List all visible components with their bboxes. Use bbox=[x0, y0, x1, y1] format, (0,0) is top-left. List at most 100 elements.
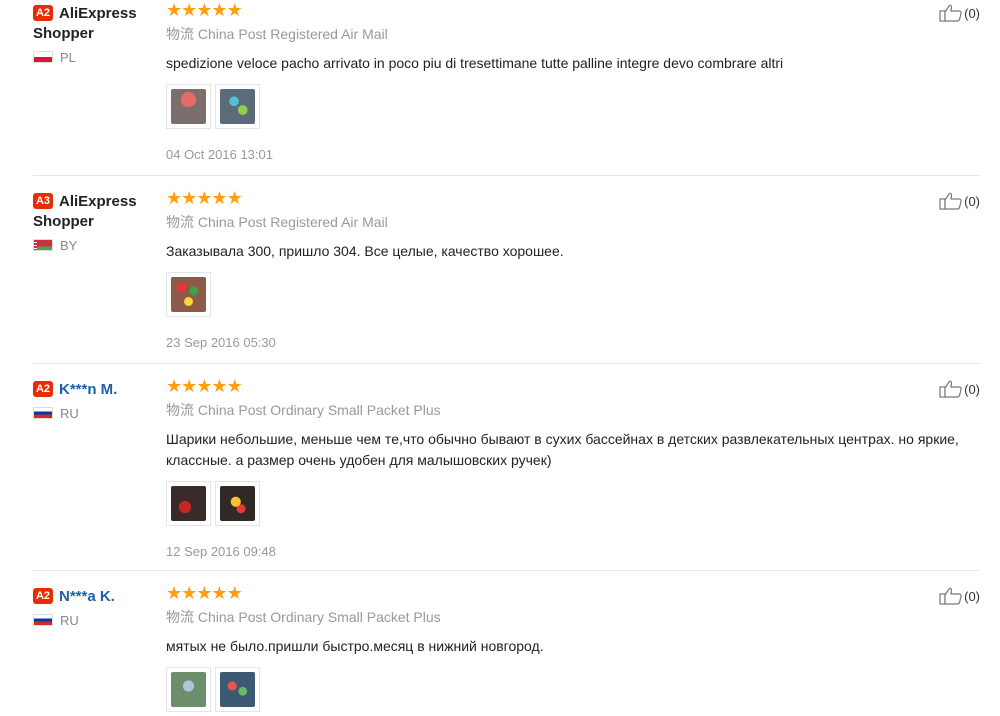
review-photos bbox=[166, 84, 986, 129]
star-icon: ★ bbox=[196, 188, 212, 208]
review-photos bbox=[166, 667, 986, 712]
star-rating: ★★★★★ bbox=[166, 583, 986, 603]
flag-pl-icon bbox=[33, 51, 53, 63]
star-rating: ★★★★★ bbox=[166, 0, 986, 20]
review-content: ★★★★★ 物流 China Post Registered Air Mail … bbox=[166, 0, 986, 163]
helpful-button[interactable]: (0) bbox=[939, 587, 980, 607]
review-photo-thumbnail[interactable] bbox=[166, 84, 211, 129]
review-text: Шарики небольшие, меньше чем те,что обыч… bbox=[166, 431, 959, 468]
star-icon: ★ bbox=[211, 376, 227, 396]
reviewer-info: A2 AliExpress Shopper PL bbox=[33, 4, 158, 66]
review-item: A3 AliExpress Shopper BY ★★★★★ 物流 China P… bbox=[0, 188, 1000, 364]
reviewer-country: RU bbox=[33, 613, 158, 629]
star-icon: ★ bbox=[166, 376, 182, 396]
review-photo-image bbox=[171, 277, 206, 312]
star-icon: ★ bbox=[196, 376, 212, 396]
reviewer-name[interactable]: A2 K***n M. bbox=[33, 380, 158, 400]
star-icon: ★ bbox=[226, 376, 243, 396]
star-icon: ★ bbox=[166, 0, 182, 20]
feedback-list: A2 AliExpress Shopper PL ★★★★★ 物流 China P… bbox=[0, 0, 1000, 716]
review-text: Заказывала 300, пришло 304. Все целые, к… bbox=[166, 243, 564, 259]
country-code: BY bbox=[60, 238, 78, 253]
reviewer-name-line2: Shopper bbox=[33, 25, 94, 42]
star-icon: ★ bbox=[181, 188, 197, 208]
logistics-info: 物流 China Post Registered Air Mail bbox=[166, 26, 388, 42]
helpful-count: (0) bbox=[964, 194, 980, 209]
flag-by-icon bbox=[33, 239, 53, 251]
reviewer-info: A2 N***a K. RU bbox=[33, 587, 158, 629]
thumbs-up-icon bbox=[939, 380, 962, 398]
review-item: A2 AliExpress Shopper PL ★★★★★ 物流 China P… bbox=[0, 0, 1000, 176]
review-photo-thumbnail[interactable] bbox=[166, 667, 211, 712]
review-date: 12 Sep 2016 09:48 bbox=[166, 544, 276, 559]
country-code: RU bbox=[60, 406, 79, 421]
helpful-count: (0) bbox=[964, 589, 980, 604]
star-icon: ★ bbox=[196, 0, 212, 20]
review-text: мятых не было.пришли быстро.месяц в нижн… bbox=[166, 638, 544, 654]
reviewer-info: A2 K***n M. RU bbox=[33, 380, 158, 422]
country-code: RU bbox=[60, 613, 79, 628]
review-photo-image bbox=[220, 486, 255, 521]
reviewer-name: A3 AliExpress Shopper bbox=[33, 192, 158, 232]
reviewer-name-line1[interactable]: K***n M. bbox=[59, 381, 117, 398]
review-photos bbox=[166, 481, 986, 526]
review-divider bbox=[33, 175, 980, 176]
review-photo-thumbnail[interactable] bbox=[215, 481, 260, 526]
review-photos bbox=[166, 272, 986, 317]
star-icon: ★ bbox=[211, 188, 227, 208]
review-item: A2 N***a K. RU ★★★★★ 物流 China Post Ordina… bbox=[0, 583, 1000, 716]
star-icon: ★ bbox=[166, 188, 182, 208]
country-code: PL bbox=[60, 50, 76, 65]
star-rating: ★★★★★ bbox=[166, 188, 986, 208]
review-photo-thumbnail[interactable] bbox=[215, 667, 260, 712]
buyer-level-badge: A2 bbox=[33, 588, 53, 604]
review-photo-thumbnail[interactable] bbox=[166, 272, 211, 317]
star-icon: ★ bbox=[196, 583, 212, 603]
review-text: spedizione veloce pacho arrivato in poco… bbox=[166, 55, 784, 71]
buyer-level-badge: A2 bbox=[33, 381, 53, 397]
reviewer-name-line1: AliExpress bbox=[59, 193, 137, 210]
review-content: ★★★★★ 物流 China Post Ordinary Small Packe… bbox=[166, 583, 986, 712]
logistics-info: 物流 China Post Registered Air Mail bbox=[166, 214, 388, 230]
flag-ru-icon bbox=[33, 407, 53, 419]
star-icon: ★ bbox=[181, 0, 197, 20]
helpful-button[interactable]: (0) bbox=[939, 4, 980, 24]
reviewer-name[interactable]: A2 N***a K. bbox=[33, 587, 158, 607]
review-photo-thumbnail[interactable] bbox=[166, 481, 211, 526]
review-date: 04 Oct 2016 13:01 bbox=[166, 147, 273, 162]
reviewer-country: RU bbox=[33, 406, 158, 422]
helpful-button[interactable]: (0) bbox=[939, 380, 980, 400]
logistics-info: 物流 China Post Ordinary Small Packet Plus bbox=[166, 402, 441, 418]
thumbs-up-icon bbox=[939, 587, 962, 605]
thumbs-up-icon bbox=[939, 192, 962, 210]
reviewer-name-line1: AliExpress bbox=[59, 5, 137, 22]
review-photo-image bbox=[171, 486, 206, 521]
helpful-count: (0) bbox=[964, 6, 980, 21]
helpful-button[interactable]: (0) bbox=[939, 192, 980, 212]
star-icon: ★ bbox=[211, 583, 227, 603]
star-icon: ★ bbox=[226, 0, 243, 20]
reviewer-info: A3 AliExpress Shopper BY bbox=[33, 192, 158, 254]
reviewer-name-line1[interactable]: N***a K. bbox=[59, 588, 115, 605]
logistics-info: 物流 China Post Ordinary Small Packet Plus bbox=[166, 609, 441, 625]
star-icon: ★ bbox=[211, 0, 227, 20]
review-photo-thumbnail[interactable] bbox=[215, 84, 260, 129]
star-icon: ★ bbox=[181, 583, 197, 603]
reviewer-name: A2 AliExpress Shopper bbox=[33, 4, 158, 44]
reviewer-country: BY bbox=[33, 238, 158, 254]
thumbs-up-icon bbox=[939, 4, 962, 22]
flag-ru-icon bbox=[33, 614, 53, 626]
star-icon: ★ bbox=[166, 583, 182, 603]
star-rating: ★★★★★ bbox=[166, 376, 986, 396]
buyer-level-badge: A3 bbox=[33, 193, 53, 209]
review-divider bbox=[33, 570, 980, 571]
review-divider bbox=[33, 363, 980, 364]
review-item: A2 K***n M. RU ★★★★★ 物流 China Post Ordina… bbox=[0, 376, 1000, 572]
star-icon: ★ bbox=[226, 188, 243, 208]
review-photo-image bbox=[171, 672, 206, 707]
helpful-count: (0) bbox=[964, 382, 980, 397]
review-date: 23 Sep 2016 05:30 bbox=[166, 335, 276, 350]
review-photo-image bbox=[220, 672, 255, 707]
review-photo-image bbox=[171, 89, 206, 124]
review-photo-image bbox=[220, 89, 255, 124]
